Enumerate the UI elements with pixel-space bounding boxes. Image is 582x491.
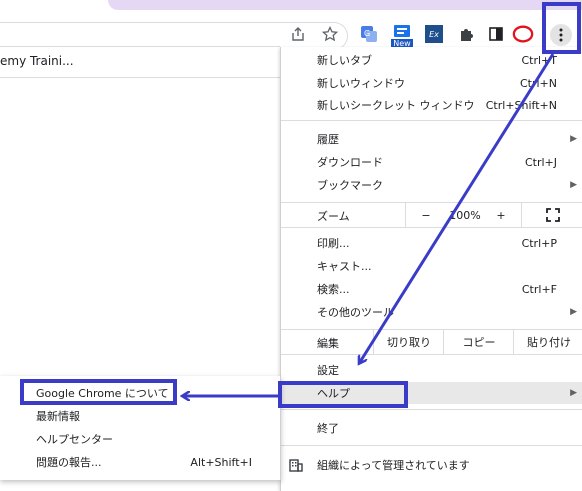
menu-edit-row: 編集 切り取り コピー 貼り付け (281, 330, 582, 354)
submenu-item-label: ヘルプセンター (36, 433, 113, 446)
menu-item-label: ダウンロード (317, 156, 383, 169)
extensions-puzzle-icon[interactable] (456, 24, 476, 44)
submenu-arrow-icon: ▶ (570, 388, 577, 398)
chrome-main-menu: 新しいタブ Ctrl+T 新しいウィンドウ Ctrl+N 新しいシークレット ウ… (280, 47, 582, 491)
menu-new-window[interactable]: 新しいウィンドウ Ctrl+N (281, 72, 582, 94)
menu-divider (281, 120, 582, 121)
zoom-minus-label: − (421, 208, 431, 222)
building-icon (289, 459, 303, 472)
menu-divider (281, 227, 582, 228)
side-panel-icon[interactable] (486, 24, 506, 44)
menu-item-shortcut: Ctrl+F (521, 282, 557, 296)
fullscreen-icon (546, 208, 560, 222)
menu-divider (281, 354, 582, 355)
submenu-item-label: 最新情報 (36, 410, 80, 423)
menu-item-label: 新しいタブ (317, 54, 372, 67)
submenu-whats-new[interactable]: 最新情報 (0, 405, 280, 427)
menu-item-shortcut: Ctrl+Shift+N (485, 98, 557, 112)
menu-item-shortcut: Ctrl+P (521, 236, 557, 250)
submenu-report-issue[interactable]: 問題の報告... Alt+Shift+I (0, 451, 280, 473)
menu-help[interactable]: ヘルプ ▶ (281, 382, 582, 404)
menu-item-shortcut: Ctrl+J (524, 155, 557, 169)
menu-item-label: 印刷... (317, 237, 350, 250)
menu-more-tools[interactable]: その他のツール ▶ (281, 301, 582, 323)
submenu-arrow-icon: ▶ (570, 180, 577, 190)
submenu-arrow-icon: ▶ (570, 134, 577, 144)
zoom-plus-label: + (496, 208, 506, 222)
zoom-in-button[interactable]: + (481, 203, 521, 227)
copy-label: コピー (462, 336, 496, 349)
submenu-help-center[interactable]: ヘルプセンター (0, 428, 280, 450)
menu-history[interactable]: 履歴 ▶ (281, 128, 582, 150)
zoom-label: ズーム (317, 210, 350, 223)
paste-button[interactable]: 貼り付け (513, 330, 582, 354)
paste-label: 貼り付け (527, 336, 571, 349)
ex-extension-icon[interactable]: Ex (425, 25, 443, 43)
bookmark-star-icon[interactable] (320, 24, 340, 44)
menu-item-label: 履歴 (317, 133, 339, 146)
menu-item-label: キャスト... (317, 260, 372, 273)
menu-cast[interactable]: キャスト... (281, 255, 582, 277)
menu-new-tab[interactable]: 新しいタブ Ctrl+T (281, 49, 582, 71)
fullscreen-button[interactable] (521, 203, 582, 227)
submenu-item-shortcut: Alt+Shift+I (190, 455, 252, 469)
zoom-level: 100% (445, 203, 485, 227)
chrome-menu-kebab-icon[interactable] (550, 24, 572, 46)
active-tab-background (108, 0, 582, 10)
menu-item-label: 検索... (317, 283, 350, 296)
menu-downloads[interactable]: ダウンロード Ctrl+J (281, 151, 582, 173)
translate-extension-icon[interactable]: G (359, 24, 379, 44)
svg-text:G: G (364, 29, 370, 38)
edit-label: 編集 (317, 337, 339, 350)
menu-item-label: ヘルプ (317, 387, 350, 400)
menu-exit[interactable]: 終了 (281, 417, 582, 439)
help-submenu: Google Chrome について 最新情報 ヘルプセンター 問題の報告...… (0, 376, 281, 480)
zoom-value: 100% (449, 208, 481, 222)
menu-item-label: 設定 (317, 364, 339, 377)
submenu-item-label: Google Chrome について (36, 387, 169, 400)
zoom-out-button[interactable]: − (405, 203, 446, 227)
submenu-arrow-icon: ▶ (570, 307, 577, 317)
menu-item-label: 終了 (317, 422, 339, 435)
copy-button[interactable]: コピー (443, 330, 514, 354)
submenu-item-label: 問題の報告... (36, 456, 102, 469)
menu-managed-by-org[interactable]: 組織によって管理されています (281, 454, 582, 476)
bookmark-item[interactable]: emy Traini... (0, 54, 74, 68)
browser-toolbar: G New Ex (0, 10, 582, 50)
share-icon[interactable] (288, 24, 308, 44)
menu-settings[interactable]: 設定 (281, 359, 582, 381)
menu-item-label: その他のツール (317, 306, 394, 319)
menu-item-label: 新しいシークレット ウィンドウ (317, 99, 475, 112)
cut-button[interactable]: 切り取り (373, 330, 444, 354)
cut-label: 切り取り (387, 336, 431, 349)
profile-avatar-icon[interactable] (512, 25, 534, 43)
menu-bookmarks[interactable]: ブックマーク ▶ (281, 174, 582, 196)
menu-item-label: 組織によって管理されています (317, 459, 470, 472)
ex-extension-label: Ex (429, 29, 439, 39)
menu-item-label: ブックマーク (317, 179, 383, 192)
bookmarks-bar: emy Traini... (0, 46, 280, 78)
menu-item-shortcut: Ctrl+N (519, 76, 557, 90)
menu-divider (281, 409, 582, 410)
menu-find[interactable]: 検索... Ctrl+F (281, 278, 582, 300)
menu-new-incognito-window[interactable]: 新しいシークレット ウィンドウ Ctrl+Shift+N (281, 94, 582, 116)
menu-divider (281, 445, 582, 446)
menu-item-shortcut: Ctrl+T (521, 53, 557, 67)
menu-item-label: 新しいウィンドウ (317, 77, 405, 90)
menu-zoom-row: ズーム − 100% + (281, 203, 582, 227)
menu-print[interactable]: 印刷... Ctrl+P (281, 232, 582, 254)
submenu-about-chrome[interactable]: Google Chrome について (0, 382, 280, 404)
